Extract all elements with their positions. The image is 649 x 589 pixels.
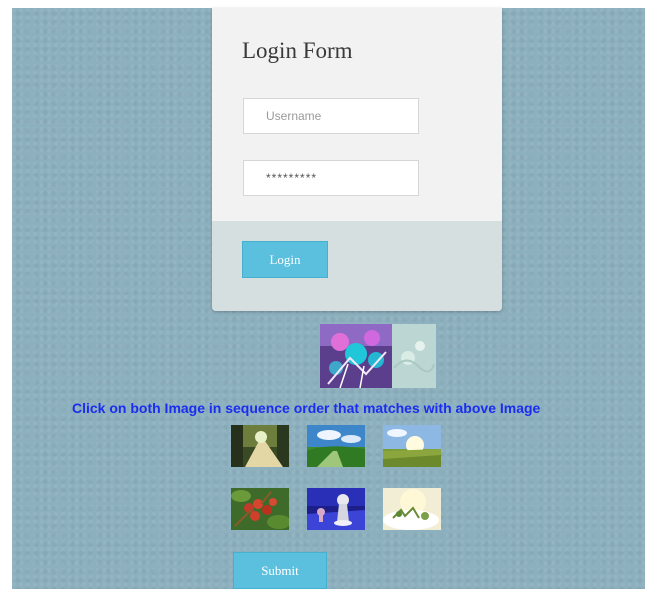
- form-title: Login Form: [242, 38, 353, 63]
- login-button[interactable]: Login: [242, 241, 328, 278]
- captcha-target-image: [320, 324, 436, 388]
- captcha-choice-chess-pawn-icon[interactable]: [307, 488, 365, 530]
- captcha-choice-sunlit-meadow-icon[interactable]: [383, 425, 441, 467]
- captcha-choice-red-berries-icon[interactable]: [231, 488, 289, 530]
- login-form-card: Login Form Login: [212, 8, 502, 311]
- username-input[interactable]: [243, 98, 419, 134]
- page-background: Login Form Login Click on both Image in …: [12, 8, 645, 589]
- captcha-choice-green-field-icon[interactable]: [307, 425, 365, 467]
- password-input[interactable]: [243, 160, 419, 196]
- captcha-choice-snowy-tree-icon[interactable]: [383, 488, 441, 530]
- submit-button[interactable]: Submit: [233, 552, 327, 589]
- captcha-choice-forest-road-icon[interactable]: [231, 425, 289, 467]
- form-footer: Login: [212, 221, 502, 311]
- captcha-instruction: Click on both Image in sequence order th…: [72, 400, 541, 416]
